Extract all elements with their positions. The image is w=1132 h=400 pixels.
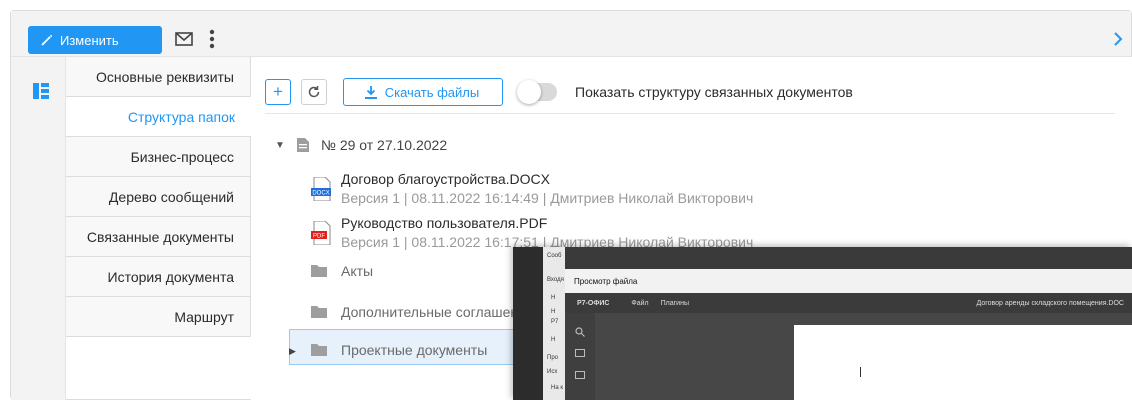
preview-background-sidebar: Сооб Входя Н Н Р7 Н Про Исх На к: [513, 247, 565, 400]
collapse-panel-button[interactable]: [1113, 30, 1123, 51]
folder-toolbar: + Скачать файлы Показать структуру связа…: [265, 77, 853, 107]
preview-menubar: Р7-ОФИС Файл Плагины Договор аренды скла…: [565, 293, 1132, 313]
folder-item[interactable]: Дополнительные соглашения: [311, 304, 534, 320]
menu-plugins[interactable]: Плагины: [661, 300, 689, 307]
pdf-file-icon: PDF: [311, 221, 331, 245]
mail-button[interactable]: [173, 28, 195, 50]
folder-item-selected[interactable]: Проектные документы: [311, 342, 487, 358]
folder-icon: [311, 265, 327, 277]
download-icon: [364, 85, 377, 99]
folder-icon: [311, 344, 327, 356]
edit-button[interactable]: Изменить: [28, 26, 162, 54]
tab-label: Связанные документы: [86, 228, 234, 245]
edit-button-label: Изменить: [60, 32, 119, 48]
folder-name: Проектные документы: [341, 342, 488, 358]
tab-label: Маршрут: [174, 308, 234, 325]
file-preview-screenshot: Сооб Входя Н Н Р7 Н Про Исх На к Просмот…: [513, 247, 1132, 400]
tab-label: Бизнес-процесс: [130, 148, 234, 165]
side-fragment: Про: [547, 355, 558, 361]
folder-name: Акты: [341, 263, 374, 279]
mail-icon: [175, 32, 193, 46]
download-files-label: Скачать файлы: [384, 84, 480, 100]
pencil-icon: [41, 34, 53, 46]
side-fragment: Сооб: [547, 253, 562, 259]
document-title: № 29 от 27.10.2022: [320, 137, 448, 153]
preview-title: Просмотр файла: [574, 277, 638, 286]
tab-label: Основные реквизиты: [96, 68, 234, 85]
side-fragment: Н: [551, 309, 556, 315]
tab-label: История документа: [107, 268, 234, 285]
search-icon[interactable]: [575, 327, 585, 337]
side-fragment: Н: [551, 337, 556, 343]
tab-message-tree[interactable]: Дерево сообщений: [66, 177, 251, 217]
side-fragment: На к: [551, 385, 563, 391]
caret-right-icon[interactable]: ▶: [289, 346, 296, 357]
dark-nav-strip: [513, 247, 543, 400]
document-icon: [296, 138, 309, 152]
chevron-right-icon: [1114, 32, 1123, 46]
document-node[interactable]: ▼ № 29 от 27.10.2022: [275, 137, 447, 153]
tab-main-attributes[interactable]: Основные реквизиты: [66, 57, 251, 97]
related-structure-toggle-label: Показать структуру связанных документов: [575, 84, 853, 100]
folder-item[interactable]: Акты: [311, 263, 373, 279]
chat-icon[interactable]: [575, 371, 585, 381]
left-rail: [11, 57, 66, 400]
tab-route[interactable]: Маршрут: [66, 297, 251, 337]
caret-down-icon[interactable]: ▼: [275, 140, 285, 151]
panel-tree-icon[interactable]: [33, 83, 49, 99]
tab-business-process[interactable]: Бизнес-процесс: [66, 137, 251, 177]
tab-related-documents[interactable]: Связанные документы: [66, 217, 251, 257]
more-menu-button[interactable]: [201, 28, 223, 50]
folder-name: Дополнительные соглашения: [341, 304, 534, 320]
pdf-tag-text: PDF: [313, 234, 325, 240]
divider: [265, 113, 1115, 114]
tab-label: Структура папок: [127, 108, 235, 125]
top-toolbar: Изменить: [11, 11, 1131, 57]
add-button[interactable]: +: [265, 79, 291, 105]
side-fragment: Р7: [551, 319, 559, 325]
editor-doc-name: Договор аренды складского помещения.DOC: [976, 299, 1125, 307]
refresh-button[interactable]: [301, 79, 327, 105]
docx-file-icon: DOCX: [311, 177, 331, 201]
editor-left-toolbar: [565, 313, 595, 400]
document-page[interactable]: [794, 325, 1132, 400]
side-fragment: Входя: [547, 277, 564, 283]
more-vertical-icon: [209, 29, 215, 49]
refresh-icon: [308, 86, 320, 98]
text-cursor: [860, 367, 861, 377]
file-name[interactable]: Руководство пользователя.PDF: [341, 215, 547, 231]
side-fragment: Н: [551, 295, 556, 301]
toggle-knob: [517, 80, 541, 104]
menu-file[interactable]: Файл: [631, 300, 648, 307]
file-meta: Версия 1 | 08.11.2022 16:14:49 | Дмитрие…: [341, 190, 754, 206]
docx-tag-text: DOCX: [312, 191, 329, 197]
tab-document-history[interactable]: История документа: [66, 257, 251, 297]
editor-app-name: Р7-ОФИС: [577, 299, 610, 307]
plus-icon: +: [273, 82, 283, 101]
comment-icon[interactable]: [575, 349, 585, 359]
card-tabs: Основные реквизиты Структура папок Бизне…: [66, 57, 251, 357]
tab-label: Дерево сообщений: [108, 188, 234, 205]
related-structure-toggle[interactable]: [517, 80, 557, 104]
folder-icon: [311, 306, 327, 318]
preview-titlebar: Просмотр файла: [565, 269, 1132, 293]
download-files-button[interactable]: Скачать файлы: [343, 78, 503, 106]
tab-folder-structure[interactable]: Структура папок: [66, 97, 251, 137]
file-name[interactable]: Договор благоустройства.DOCX: [341, 171, 550, 187]
side-fragment: Исх: [547, 369, 558, 375]
